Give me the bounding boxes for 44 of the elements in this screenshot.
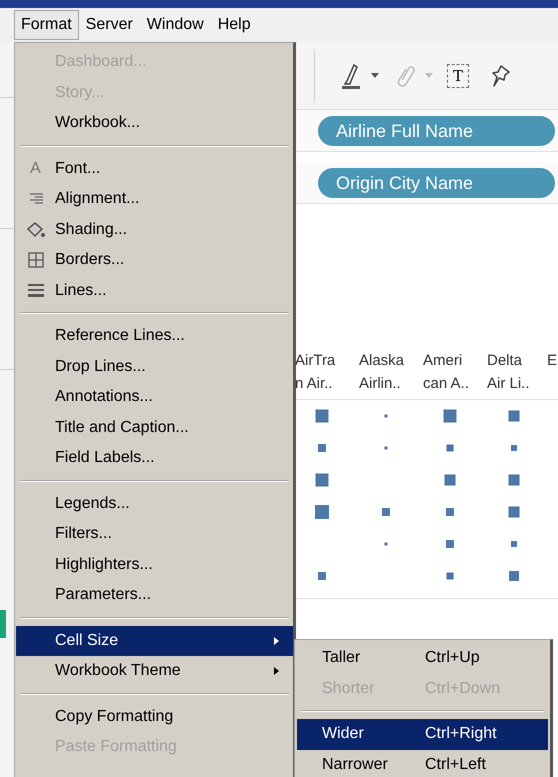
menu-bar-item[interactable]: Server (78, 10, 140, 40)
menu-item[interactable]: Workbook... (16, 108, 293, 138)
menu-item[interactable]: Lines... (16, 276, 293, 306)
shelf-pill-fragment (0, 610, 6, 638)
menu-item[interactable]: Taller Ctrl+Up (297, 643, 548, 674)
menu-item[interactable]: Annotations... (16, 382, 293, 412)
menu-bar-item[interactable]: Format (14, 10, 79, 40)
paperclip-icon[interactable] (397, 64, 415, 88)
menu-item[interactable]: Narrower Ctrl+Left (297, 750, 548, 777)
menu-item[interactable]: Wider Ctrl+Right (297, 719, 548, 750)
menu-bar-item[interactable]: Help (210, 10, 258, 40)
highlighter-icon[interactable] (341, 62, 361, 88)
dropdown-caret-icon[interactable] (371, 73, 379, 78)
menu-bar-item[interactable]: Window (140, 10, 211, 40)
menu-item[interactable]: Filters... (16, 519, 293, 550)
menu-item[interactable]: Alignment... (16, 184, 293, 214)
borders-icon (28, 252, 44, 268)
submenu-arrow-icon (274, 636, 279, 645)
menu-item[interactable]: Legends... (16, 488, 293, 519)
menu-item[interactable]: Parameters... (16, 580, 293, 610)
column-header: Ameri can A.. (423, 351, 469, 394)
menu-item[interactable]: Title and Caption... (16, 412, 293, 443)
submenu-arrow-icon (274, 667, 279, 676)
alignment-icon (28, 193, 44, 206)
pin-icon[interactable] (491, 64, 512, 88)
text-tool-icon[interactable]: T (447, 64, 470, 88)
menu-item[interactable]: Copy Formatting (16, 702, 293, 732)
menu-item[interactable]: Shading... (16, 214, 293, 245)
menu-item[interactable]: Field Labels... (16, 443, 293, 474)
lines-icon (28, 284, 44, 298)
paint-bucket-icon (26, 220, 46, 239)
menu-item[interactable]: Workbook Theme (16, 656, 293, 686)
menu-item[interactable]: Drop Lines... (16, 352, 293, 382)
menu-item[interactable]: Borders... (16, 245, 293, 276)
font-icon: A (30, 160, 41, 178)
dropdown-caret-icon (425, 73, 433, 78)
menu-item[interactable]: Reference Lines... (16, 321, 293, 352)
column-header: Delta Air Li.. (487, 351, 530, 394)
menu-item[interactable]: Cell Size (16, 626, 293, 656)
column-header: AirTra n Air.. (295, 351, 336, 394)
column-header: E (547, 351, 558, 371)
menu-item[interactable]: A Font... (16, 154, 293, 184)
column-header: Alaska Airlin.. (359, 351, 404, 394)
menu-item[interactable]: Highlighters... (16, 550, 293, 580)
